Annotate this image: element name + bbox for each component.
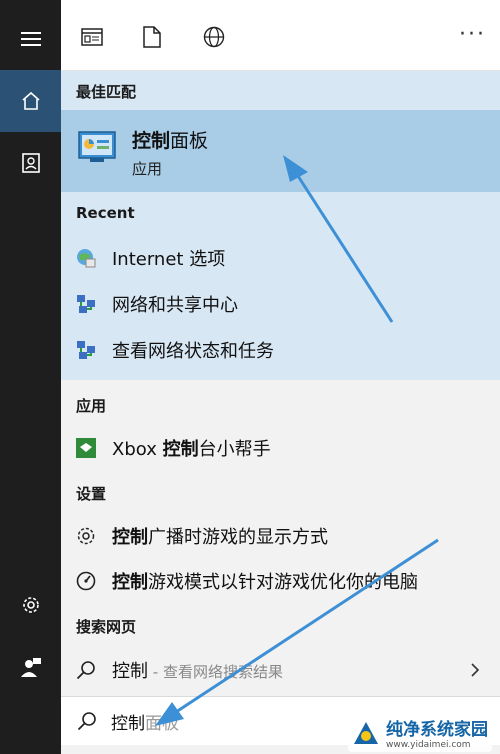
watermark-title: 纯净系统家园 bbox=[386, 720, 488, 740]
search-icon bbox=[77, 712, 96, 731]
best-match-title: 控制面板 bbox=[132, 126, 208, 153]
user-feedback-icon bbox=[20, 658, 41, 677]
app-item-label: Xbox 控制台小帮手 bbox=[112, 435, 271, 461]
recent-item-label: 网络和共享中心 bbox=[112, 295, 238, 316]
web-search-item[interactable]: 控制 - 查看网络搜索结果 bbox=[61, 648, 500, 692]
home-button[interactable] bbox=[0, 70, 61, 132]
recent-item-label: 查看网络状态和任务 bbox=[112, 341, 274, 362]
search-typed-text: 控制 bbox=[111, 713, 145, 734]
app-item-bold: 控制 bbox=[162, 439, 199, 460]
settings-heading: 设置 bbox=[76, 485, 107, 503]
app-item-xbox[interactable]: Xbox 控制台小帮手 bbox=[61, 426, 500, 470]
home-icon bbox=[21, 91, 40, 110]
recent-item-label: Internet 选项 bbox=[112, 249, 226, 270]
app-item-rest: 台小帮手 bbox=[198, 439, 271, 460]
best-match-title-bold: 控制 bbox=[132, 130, 171, 152]
best-match-item[interactable]: 控制面板 应用 bbox=[61, 110, 500, 192]
recent-heading: Recent bbox=[76, 204, 135, 222]
best-match-subtitle: 应用 bbox=[132, 160, 163, 178]
hamburger-menu-button[interactable] bbox=[0, 8, 61, 70]
game-mode-icon bbox=[74, 569, 98, 593]
recent-item[interactable]: 查看网络状态和任务 bbox=[61, 328, 500, 372]
web-search-suffix: - 查看网络搜索结果 bbox=[148, 663, 283, 681]
recent-item[interactable]: 网络和共享中心 bbox=[61, 282, 500, 326]
search-icon bbox=[74, 658, 98, 682]
apps-heading: 应用 bbox=[76, 397, 107, 415]
control-panel-icon bbox=[78, 131, 116, 162]
watermark-logo bbox=[354, 721, 378, 744]
web-search-query: 控制 bbox=[112, 661, 148, 682]
watermark-url: www.yidaimei.com bbox=[386, 740, 471, 750]
xbox-companion-icon bbox=[74, 436, 98, 460]
gear-icon bbox=[74, 524, 98, 548]
notebook-icon bbox=[21, 153, 40, 173]
apps-filter-icon bbox=[81, 28, 103, 46]
recent-item[interactable]: Internet 选项 bbox=[61, 236, 500, 280]
network-icon bbox=[74, 292, 98, 316]
web-filter-button[interactable] bbox=[201, 24, 227, 50]
account-button[interactable] bbox=[0, 636, 61, 698]
web-search-heading: 搜索网页 bbox=[76, 618, 137, 636]
best-match-title-rest: 面板 bbox=[170, 130, 209, 152]
internet-options-icon bbox=[74, 246, 98, 270]
settings-item-rest: 游戏模式以针对游戏优化你的电脑 bbox=[148, 572, 418, 593]
notebook-button[interactable] bbox=[0, 132, 61, 194]
chevron-right-icon bbox=[471, 663, 480, 677]
hamburger-icon bbox=[20, 32, 41, 46]
watermark: 纯净系统家园 www.yidaimei.com bbox=[348, 713, 492, 752]
apps-filter-button[interactable] bbox=[79, 24, 105, 50]
globe-icon bbox=[203, 26, 225, 48]
settings-item-bold: 控制 bbox=[112, 572, 148, 593]
search-input-text: 控制面板 bbox=[111, 709, 179, 734]
documents-filter-button[interactable] bbox=[139, 24, 165, 50]
search-autocomplete-text: 面板 bbox=[145, 713, 179, 734]
settings-item-label: 控制游戏模式以针对游戏优化你的电脑 bbox=[112, 568, 418, 594]
settings-item[interactable]: 控制广播时游戏的显示方式 bbox=[61, 514, 500, 558]
settings-item-bold: 控制 bbox=[112, 527, 148, 548]
web-search-label: 控制 - 查看网络搜索结果 bbox=[112, 657, 283, 683]
left-rail bbox=[0, 0, 61, 754]
settings-item-rest: 广播时游戏的显示方式 bbox=[148, 527, 328, 548]
best-match-heading: 最佳匹配 bbox=[76, 83, 137, 101]
network-icon bbox=[74, 338, 98, 362]
settings-item[interactable]: 控制游戏模式以针对游戏优化你的电脑 bbox=[61, 559, 500, 603]
filter-toolbar: ··· bbox=[61, 0, 500, 71]
app-item-pre: Xbox bbox=[112, 439, 163, 460]
settings-button[interactable] bbox=[0, 574, 61, 636]
gear-icon bbox=[22, 597, 39, 613]
more-options-button[interactable]: ··· bbox=[459, 22, 486, 47]
document-icon bbox=[143, 26, 161, 48]
settings-item-label: 控制广播时游戏的显示方式 bbox=[112, 523, 328, 549]
search-results-panel: ··· 最佳匹配 控制面板 应用 Recent Internet 选项 网络和共… bbox=[61, 0, 500, 754]
